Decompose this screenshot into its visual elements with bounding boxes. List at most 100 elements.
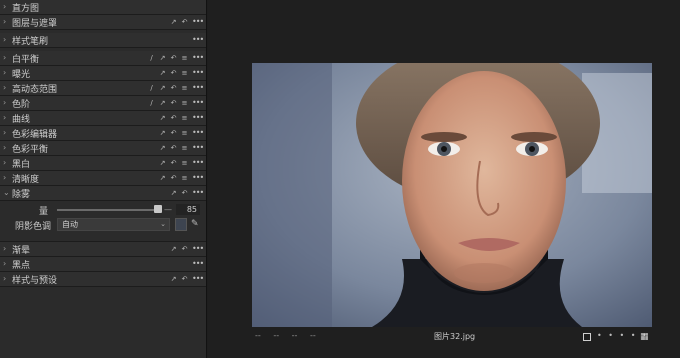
tool-clarity[interactable]: › 清晰度 ↗ ↶ ≡ ••• — [0, 171, 206, 186]
more-dots-icon[interactable]: ••• — [192, 36, 204, 44]
more-dots-icon[interactable]: ••• — [192, 18, 204, 26]
more-dots-icon[interactable]: ••• — [192, 275, 204, 283]
tool-black-white[interactable]: › 黑白 ↗ ↶ ≡ ••• — [0, 156, 206, 171]
chevron-right-icon[interactable]: › — [3, 99, 12, 107]
more-dots-icon[interactable]: ••• — [192, 245, 204, 253]
tool-color-editor[interactable]: › 色彩编辑器 ↗ ↶ ≡ ••• — [0, 126, 206, 141]
chevron-right-icon[interactable]: › — [3, 114, 12, 122]
tool-styles-presets[interactable]: › 样式与预设 ↗ ↶ ••• — [0, 272, 206, 287]
shadow-tone-select[interactable]: 自动 ⌄ — [57, 218, 170, 231]
tool-curves[interactable]: › 曲线 ↗ ↶ ≡ ••• — [0, 111, 206, 126]
auto-adjust-icon[interactable]: ↗ — [159, 114, 166, 122]
more-dots-icon[interactable]: ••• — [192, 84, 204, 92]
list-icon[interactable]: ≡ — [181, 174, 188, 182]
auto-adjust-icon[interactable]: ↗ — [159, 144, 166, 152]
chevron-right-icon[interactable]: › — [3, 36, 12, 44]
auto-adjust-icon[interactable]: ↗ — [170, 18, 177, 26]
reset-icon[interactable]: ↶ — [170, 54, 177, 62]
list-icon[interactable]: ≡ — [181, 54, 188, 62]
more-dots-icon[interactable]: ••• — [192, 174, 204, 182]
more-dots-icon[interactable]: ••• — [192, 260, 204, 268]
auto-adjust-icon[interactable]: ↗ — [159, 69, 166, 77]
auto-adjust-icon[interactable]: ↗ — [159, 129, 166, 137]
chevron-right-icon[interactable]: › — [3, 260, 12, 268]
reset-icon[interactable]: ↶ — [170, 84, 177, 92]
more-dots-icon[interactable]: ••• — [192, 129, 204, 137]
more-dots-icon[interactable]: ••• — [192, 159, 204, 167]
auto-adjust-icon[interactable]: ↗ — [159, 174, 166, 182]
chevron-right-icon[interactable]: › — [3, 3, 12, 11]
chevron-right-icon[interactable]: › — [3, 275, 12, 283]
chevron-right-icon[interactable]: › — [3, 84, 12, 92]
tool-vignette[interactable]: › 渐晕 ↗ ↶ ••• — [0, 242, 206, 257]
chevron-down-icon: ⌄ — [160, 220, 166, 228]
tool-dehaze[interactable]: ⌄ 除雾 ↗ ↶ ••• — [0, 186, 206, 201]
chevron-right-icon[interactable]: › — [3, 129, 12, 137]
navigation-marks[interactable]: -- -- -- -- — [255, 331, 316, 340]
chevron-right-icon[interactable]: › — [3, 159, 12, 167]
reset-icon[interactable]: ↶ — [181, 245, 188, 253]
shadow-tone-value: 自动 — [62, 220, 78, 229]
picker-icon[interactable]: / — [148, 54, 155, 62]
list-icon[interactable]: ≡ — [181, 129, 188, 137]
reset-icon[interactable]: ↶ — [170, 159, 177, 167]
more-dots-icon[interactable]: ••• — [192, 144, 204, 152]
tool-color-balance[interactable]: › 色彩平衡 ↗ ↶ ≡ ••• — [0, 141, 206, 156]
list-icon[interactable]: ≡ — [181, 114, 188, 122]
list-icon[interactable]: ≡ — [181, 69, 188, 77]
more-dots-icon[interactable]: ••• — [192, 189, 204, 197]
reset-icon[interactable]: ↶ — [170, 174, 177, 182]
reset-icon[interactable]: ↶ — [170, 114, 177, 122]
list-icon[interactable]: ≡ — [181, 84, 188, 92]
auto-adjust-icon[interactable]: ↗ — [159, 54, 166, 62]
reset-icon[interactable]: ↶ — [170, 69, 177, 77]
auto-adjust-icon[interactable]: ↗ — [170, 275, 177, 283]
tool-layers-masks[interactable]: › 图层与遮罩 ↗ ↶ ••• — [0, 15, 206, 30]
tool-levels[interactable]: › 色阶 / ↗ ↶ ≡ ••• — [0, 96, 206, 111]
more-dots-icon[interactable]: ••• — [192, 54, 204, 62]
auto-adjust-icon[interactable]: ↗ — [170, 189, 177, 197]
picker-icon[interactable]: / — [148, 84, 155, 92]
chevron-right-icon[interactable]: › — [3, 174, 12, 182]
chevron-right-icon[interactable]: › — [3, 245, 12, 253]
chevron-right-icon[interactable]: › — [3, 18, 12, 26]
shadow-tone-row: 阴影色调 自动 ⌄ ✎ — [0, 218, 207, 232]
amount-slider-track[interactable] — [57, 209, 157, 211]
tool-hdr[interactable]: › 高动态范围 / ↗ ↶ ≡ ••• — [0, 81, 206, 96]
reset-icon[interactable]: ↶ — [181, 18, 188, 26]
shadow-tone-swatch[interactable] — [175, 218, 187, 231]
reset-icon[interactable]: ↶ — [181, 189, 188, 197]
picker-icon[interactable]: / — [148, 99, 155, 107]
tool-spots[interactable]: › 黑点 ••• — [0, 257, 206, 272]
chevron-right-icon[interactable]: › — [3, 54, 12, 62]
frame-icon[interactable] — [583, 333, 591, 341]
amount-slider-knob[interactable] — [154, 205, 162, 213]
chevron-right-icon[interactable]: › — [3, 69, 12, 77]
chevron-down-icon[interactable]: ⌄ — [3, 189, 12, 197]
image-viewer[interactable]: -- -- -- -- 图片32.jpg • • • • • ▦ — [208, 0, 680, 358]
more-dots-icon[interactable]: ••• — [192, 114, 204, 122]
auto-adjust-icon[interactable]: ↗ — [159, 84, 166, 92]
tool-exposure[interactable]: › 曝光 ↗ ↶ ≡ ••• — [0, 66, 206, 81]
reset-icon[interactable]: ↶ — [170, 144, 177, 152]
auto-adjust-icon[interactable]: ↗ — [159, 159, 166, 167]
grid-view-icon[interactable]: ▦ — [640, 332, 649, 342]
more-dots-icon[interactable]: ••• — [192, 99, 204, 107]
list-icon[interactable]: ≡ — [181, 99, 188, 107]
amount-value-field[interactable]: 85 — [176, 204, 200, 215]
reset-icon[interactable]: ↶ — [170, 99, 177, 107]
eyedropper-icon[interactable]: ✎ — [191, 219, 199, 229]
chevron-right-icon[interactable]: › — [3, 144, 12, 152]
tool-style-brushes[interactable]: › 样式笔刷 ••• — [0, 33, 206, 48]
list-icon[interactable]: ≡ — [181, 159, 188, 167]
auto-adjust-icon[interactable]: ↗ — [170, 245, 177, 253]
tool-histogram[interactable]: › 直方图 — [0, 0, 206, 15]
reset-icon[interactable]: ↶ — [170, 129, 177, 137]
tool-white-balance[interactable]: › 白平衡 / ↗ ↶ ≡ ••• — [0, 51, 206, 66]
auto-adjust-icon[interactable]: ↗ — [159, 99, 166, 107]
tool-label: 黑白 — [12, 159, 31, 170]
portrait-photo[interactable] — [252, 63, 652, 327]
reset-icon[interactable]: ↶ — [181, 275, 188, 283]
more-dots-icon[interactable]: ••• — [192, 69, 204, 77]
list-icon[interactable]: ≡ — [181, 144, 188, 152]
